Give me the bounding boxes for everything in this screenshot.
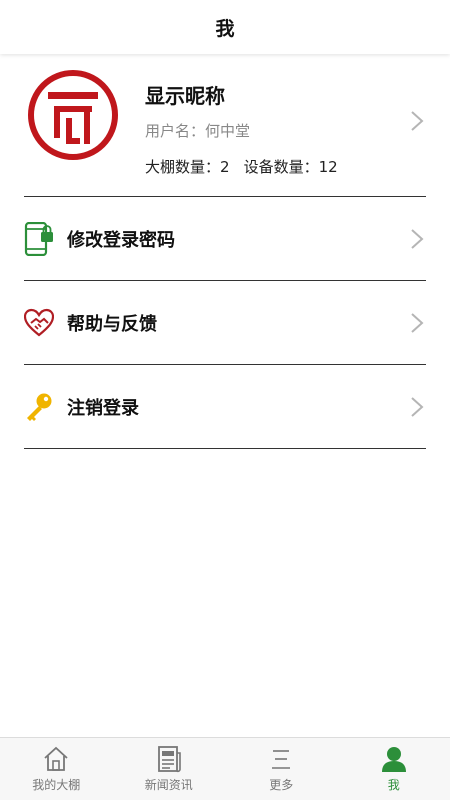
greenhouse-count-label: 大棚数量： <box>145 158 221 176</box>
username-value: 何中堂 <box>205 122 251 140</box>
tab-label: 更多 <box>269 778 294 792</box>
tab-label: 我的大棚 <box>32 778 81 792</box>
profile-card[interactable]: 显示昵称 用户名：何中堂 大棚数量：2 设备数量：12 <box>24 54 426 197</box>
tab-label: 新闻资讯 <box>144 778 193 792</box>
menu-label: 修改登录密码 <box>67 230 175 251</box>
tab-me[interactable]: 我 <box>338 738 450 800</box>
chevron-right-icon <box>411 313 424 333</box>
top-bar: 我 <box>0 0 450 54</box>
phone-lock-icon <box>24 222 54 256</box>
key-icon <box>24 390 54 424</box>
tab-more[interactable]: 更多 <box>225 738 338 800</box>
avatar <box>28 70 118 160</box>
chevron-right-icon <box>411 111 424 131</box>
chevron-right-icon <box>411 229 424 249</box>
menu-help-feedback[interactable]: 帮助与反馈 <box>24 282 426 365</box>
handshake-heart-icon <box>24 306 54 340</box>
menu-lines-icon <box>272 750 291 769</box>
nickname: 显示昵称 <box>145 84 225 108</box>
device-stat: 设备数量：12 <box>244 156 338 177</box>
tab-my-greenhouse[interactable]: 我的大棚 <box>0 738 113 800</box>
bottom-tab-bar: 我的大棚 新闻资讯 更多 我 <box>0 737 450 800</box>
tab-label: 我 <box>387 778 400 792</box>
menu-label: 帮助与反馈 <box>67 314 157 335</box>
page-title: 我 <box>215 17 235 40</box>
user-icon <box>381 747 406 772</box>
menu-label: 注销登录 <box>67 398 139 419</box>
greenhouse-count: 2 <box>220 158 230 176</box>
device-count-label: 设备数量： <box>243 158 319 176</box>
home-icon <box>44 746 68 771</box>
news-icon <box>157 746 181 773</box>
menu-logout[interactable]: 注销登录 <box>24 366 426 449</box>
tab-news[interactable]: 新闻资讯 <box>113 738 226 800</box>
chevron-right-icon <box>411 397 424 417</box>
greenhouse-stat: 大棚数量：2 <box>145 156 230 177</box>
username-row: 用户名：何中堂 <box>145 120 250 141</box>
device-count: 12 <box>318 158 338 176</box>
username-label: 用户名： <box>145 122 206 140</box>
menu-change-password[interactable]: 修改登录密码 <box>24 198 426 281</box>
stats-row: 大棚数量：2 设备数量：12 <box>145 156 338 177</box>
